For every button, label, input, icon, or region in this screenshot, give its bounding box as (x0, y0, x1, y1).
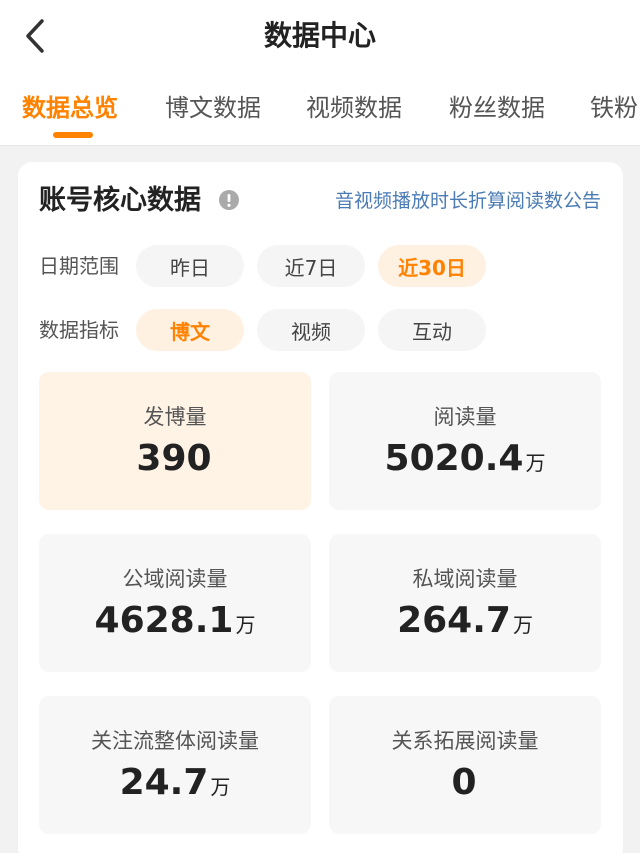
page-title: 数据中心 (263, 19, 376, 52)
core-data-card: 账号核心数据 音视频播放时长折算阅读数公告 日期范围 昨日 近7日 近30日 数… (18, 162, 623, 853)
stat-number: 0 (451, 762, 477, 803)
stat-number: 4628.1 (94, 600, 234, 641)
stat-unit: 万 (525, 451, 546, 475)
stat-tile-post-count[interactable]: 发博量 390 (39, 372, 311, 510)
date-option-7-days[interactable]: 近7日 (257, 245, 365, 287)
tab-fans-data[interactable]: 粉丝数据 (449, 90, 545, 126)
tab-overview[interactable]: 数据总览 (22, 90, 118, 126)
metric-option-posts[interactable]: 博文 (136, 309, 244, 351)
tab-video-data[interactable]: 视频数据 (306, 90, 402, 126)
stat-unit: 万 (210, 775, 231, 799)
stat-tile-private-read-count[interactable]: 私域阅读量 264.7 万 (329, 534, 601, 672)
date-option-yesterday[interactable]: 昨日 (136, 245, 244, 287)
tab-bar: 数据总览 博文数据 视频数据 粉丝数据 铁粉 (0, 82, 640, 142)
stat-unit: 万 (235, 613, 256, 637)
stat-tile-follow-feed-read-count[interactable]: 关注流整体阅读量 24.7 万 (39, 696, 311, 834)
metric-option-interaction[interactable]: 互动 (378, 309, 486, 351)
stat-tile-relation-expand-read-count[interactable]: 关系拓展阅读量 0 (329, 696, 601, 834)
stat-value: 264.7 万 (329, 598, 601, 650)
stat-tile-read-count[interactable]: 阅读量 5020.4 万 (329, 372, 601, 510)
stat-number: 24.7 (119, 762, 209, 803)
date-range-label: 日期范围 (39, 254, 119, 278)
metric-type-label: 数据指标 (39, 318, 119, 342)
stat-label: 私域阅读量 (412, 567, 518, 591)
stat-label: 阅读量 (433, 405, 497, 429)
date-option-30-days[interactable]: 近30日 (378, 245, 486, 287)
stat-number: 390 (136, 438, 212, 479)
active-tab-indicator (53, 132, 93, 138)
stat-number: 5020.4 (384, 438, 524, 479)
stat-label: 关注流整体阅读量 (91, 729, 259, 753)
stat-value: 24.7 万 (39, 760, 311, 812)
stat-label: 发博量 (143, 405, 207, 429)
info-circle-icon[interactable] (218, 189, 240, 211)
card-title: 账号核心数据 (39, 185, 201, 216)
metric-option-video[interactable]: 视频 (257, 309, 365, 351)
stat-unit: 万 (512, 613, 533, 637)
top-bar: 数据中心 数据总览 博文数据 视频数据 粉丝数据 铁粉 (0, 0, 640, 146)
stat-number: 264.7 (397, 600, 511, 641)
stat-tile-public-read-count[interactable]: 公域阅读量 4628.1 万 (39, 534, 311, 672)
stat-value: 4628.1 万 (39, 598, 311, 650)
stat-value: 390 (39, 436, 311, 488)
stat-label: 公域阅读量 (122, 567, 228, 591)
stat-value: 5020.4 万 (329, 436, 601, 488)
reading-count-notice-link[interactable]: 音视频播放时长折算阅读数公告 (335, 186, 601, 216)
tab-iron-fans[interactable]: 铁粉 (590, 90, 638, 126)
stat-value: 0 (329, 760, 601, 812)
tab-post-data[interactable]: 博文数据 (165, 90, 261, 126)
stat-label: 关系拓展阅读量 (391, 729, 539, 753)
